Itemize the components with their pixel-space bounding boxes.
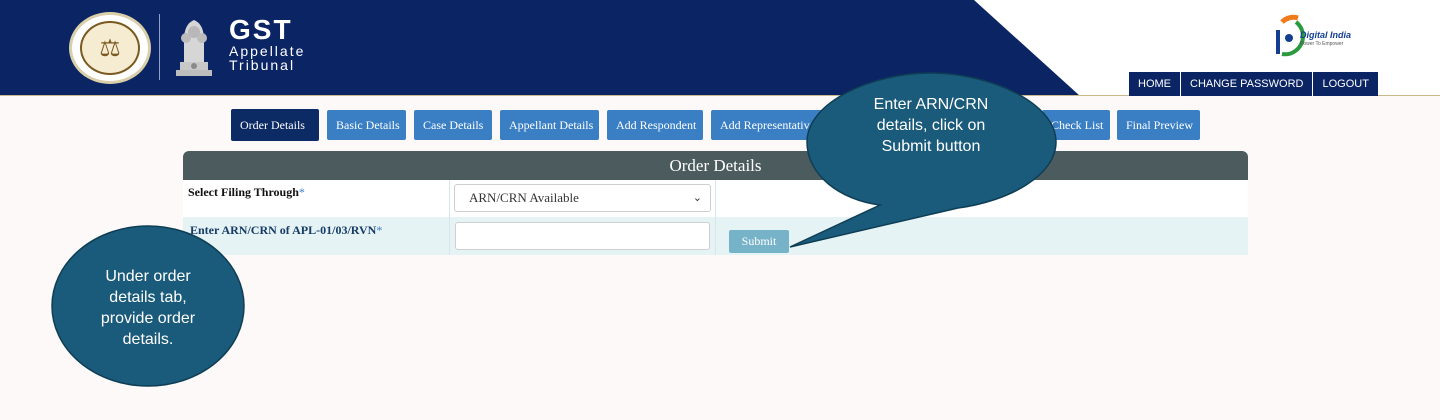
filing-row xyxy=(183,180,1248,217)
arn-input[interactable] xyxy=(455,222,710,250)
nav-home-link[interactable]: HOME xyxy=(1129,72,1180,96)
tab-order-details[interactable]: Order Details xyxy=(231,109,319,141)
callout-left-text: Under order details tab, provide order d… xyxy=(100,268,196,348)
tab-add-respondent[interactable]: Add Respondent xyxy=(607,110,703,140)
logo-subtitle-2: Tribunal xyxy=(229,57,296,73)
filing-through-select[interactable]: ARN/CRN Available ⌄ xyxy=(454,184,711,212)
tab-check-list[interactable]: Check List xyxy=(1042,110,1110,140)
filing-select-value: ARN/CRN Available xyxy=(469,190,579,205)
tab-case-details[interactable]: Case Details xyxy=(414,110,492,140)
site-header: ⚖ GST Appellate Tribunal Digital India P… xyxy=(0,0,1440,96)
digital-india-tagline: Power To Empower xyxy=(1300,41,1344,47)
digital-india-name: Digital India xyxy=(1300,30,1352,40)
logo-separator xyxy=(159,14,160,80)
tab-final-preview[interactable]: Final Preview xyxy=(1117,110,1200,140)
tab-add-representative[interactable]: Add Representative xyxy=(711,110,835,140)
arn-label: Enter ARN/CRN of APL-01/03/RVN* xyxy=(190,223,383,237)
nav-change-password-link[interactable]: CHANGE PASSWORD xyxy=(1180,72,1313,96)
required-mark: * xyxy=(376,223,383,237)
logo-title: GST xyxy=(229,14,293,45)
tab-basic-details[interactable]: Basic Details xyxy=(327,110,406,140)
chevron-down-icon: ⌄ xyxy=(692,191,702,204)
filing-label: Select Filing Through* xyxy=(188,185,305,199)
tribunal-seal-icon: ⚖ xyxy=(69,12,151,84)
panel-title: Order Details xyxy=(183,151,1248,180)
required-mark: * xyxy=(298,185,305,199)
submit-button[interactable]: Submit xyxy=(729,230,789,253)
national-emblem-icon xyxy=(176,20,212,76)
top-nav: HOME CHANGE PASSWORD LOGOUT xyxy=(1129,72,1378,96)
nav-logout-link[interactable]: LOGOUT xyxy=(1312,72,1378,96)
callout-top-text: Enter ARN/CRN details, click on Submit b… xyxy=(873,96,989,155)
tab-appellant-details[interactable]: Appellant Details xyxy=(500,110,599,140)
